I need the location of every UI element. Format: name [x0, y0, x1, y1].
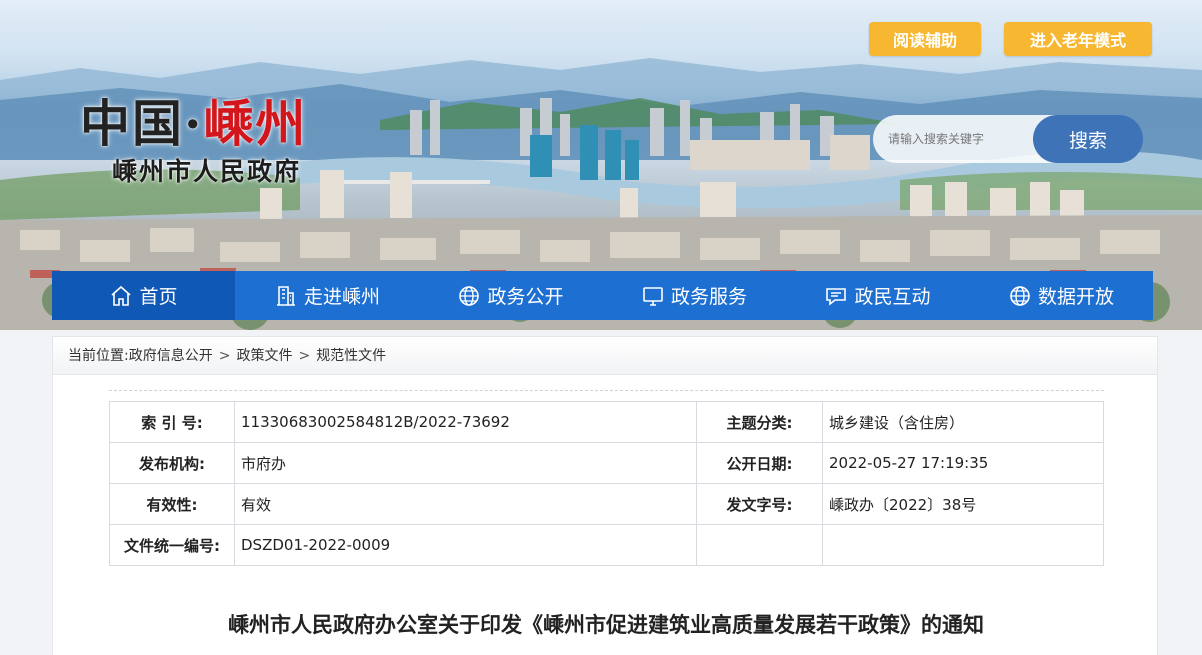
empty-cell — [696, 524, 823, 566]
nav-item-label: 政民互动 — [854, 286, 931, 308]
nav-item-label: 走进嵊州 — [303, 286, 380, 308]
content-panel: 当前位置:政府信息公开 > 政策文件 > 规范性文件 索 引 号: 1133068300… — [52, 336, 1158, 655]
document-title: 嵊州市人民政府办公室关于印发《嵊州市促进建筑业高质量发展若干政策》的通知 — [228, 613, 984, 637]
table-row: 有效性: 有效 发文字号: 嵊政办〔2022〕38号 — [109, 483, 1104, 525]
nav-item-about[interactable]: 走进嵊州 — [235, 271, 419, 320]
nav-item-label: 政务服务 — [670, 286, 747, 308]
breadcrumb-item[interactable]: 政策文件 — [236, 348, 292, 364]
elder-mode-button[interactable]: 进入老年模式 — [1004, 22, 1152, 56]
search-bar: 搜索 — [873, 115, 1143, 163]
breadcrumb: 当前位置:政府信息公开 > 政策文件 > 规范性文件 — [53, 337, 1157, 375]
breadcrumb-prefix: 当前位置: — [68, 348, 129, 364]
document-meta-table: 索 引 号: 11330683002584812B/2022-73692 主题分… — [109, 401, 1104, 566]
empty-cell — [822, 524, 1104, 566]
nav-item-public[interactable]: 政务公开 — [419, 271, 602, 320]
table-row: 文件统一编号: DSZD01-2022-0009 — [109, 524, 1104, 566]
docno-value: 嵊政办〔2022〕38号 — [822, 483, 1104, 525]
globe-icon — [1010, 285, 1030, 306]
unified-label: 文件统一编号: — [109, 524, 235, 566]
org-value: 市府办 — [234, 442, 697, 484]
nav-item-service[interactable]: 政务服务 — [602, 271, 786, 320]
divider — [109, 390, 1104, 391]
site-logo[interactable]: 中国·嵊州 嵊州市人民政府 — [80, 96, 307, 188]
nav-item-label: 数据开放 — [1037, 286, 1114, 308]
reading-assist-button[interactable]: 阅读辅助 — [869, 22, 981, 56]
nav-item-interaction[interactable]: 政民互动 — [786, 271, 969, 320]
breadcrumb-item[interactable]: 政府信息公开 — [129, 348, 213, 364]
nav-item-open-data[interactable]: 数据开放 — [969, 271, 1153, 320]
unified-value: DSZD01-2022-0009 — [234, 524, 697, 566]
building-icon — [276, 285, 295, 306]
logo-title: 中国·嵊州 — [80, 96, 307, 152]
docno-label: 发文字号: — [696, 483, 823, 525]
table-row: 索 引 号: 11330683002584812B/2022-73692 主题分… — [109, 401, 1104, 443]
logo-title-city: 嵊州 — [203, 94, 308, 153]
topic-value: 城乡建设（含住房） — [822, 401, 1104, 443]
topic-label: 主题分类: — [696, 401, 823, 443]
main-nav: 首页 走进嵊州 政务公开 政务服务 政民互动 数据开放 — [52, 271, 1153, 320]
logo-title-prefix: 中国· — [80, 94, 204, 153]
globe-icon — [459, 285, 480, 306]
monitor-icon — [643, 286, 663, 306]
search-button[interactable]: 搜索 — [1033, 115, 1143, 163]
date-value: 2022-05-27 17:19:35 — [822, 442, 1104, 484]
logo-subtitle: 嵊州市人民政府 — [112, 157, 302, 186]
chat-icon — [826, 287, 847, 306]
org-label: 发布机构: — [109, 442, 235, 484]
date-label: 公开日期: — [696, 442, 823, 484]
nav-item-label: 首页 — [139, 286, 178, 308]
breadcrumb-separator: > — [298, 348, 311, 364]
index-value: 11330683002584812B/2022-73692 — [234, 401, 697, 443]
home-icon — [111, 285, 132, 306]
breadcrumb-separator: > — [218, 348, 231, 364]
index-label: 索 引 号: — [109, 401, 235, 443]
table-row: 发布机构: 市府办 公开日期: 2022-05-27 17:19:35 — [109, 442, 1104, 484]
validity-value: 有效 — [234, 483, 697, 525]
breadcrumb-item[interactable]: 规范性文件 — [316, 348, 386, 364]
validity-label: 有效性: — [109, 483, 235, 525]
nav-item-home[interactable]: 首页 — [52, 271, 235, 320]
nav-item-label: 政务公开 — [487, 286, 564, 308]
